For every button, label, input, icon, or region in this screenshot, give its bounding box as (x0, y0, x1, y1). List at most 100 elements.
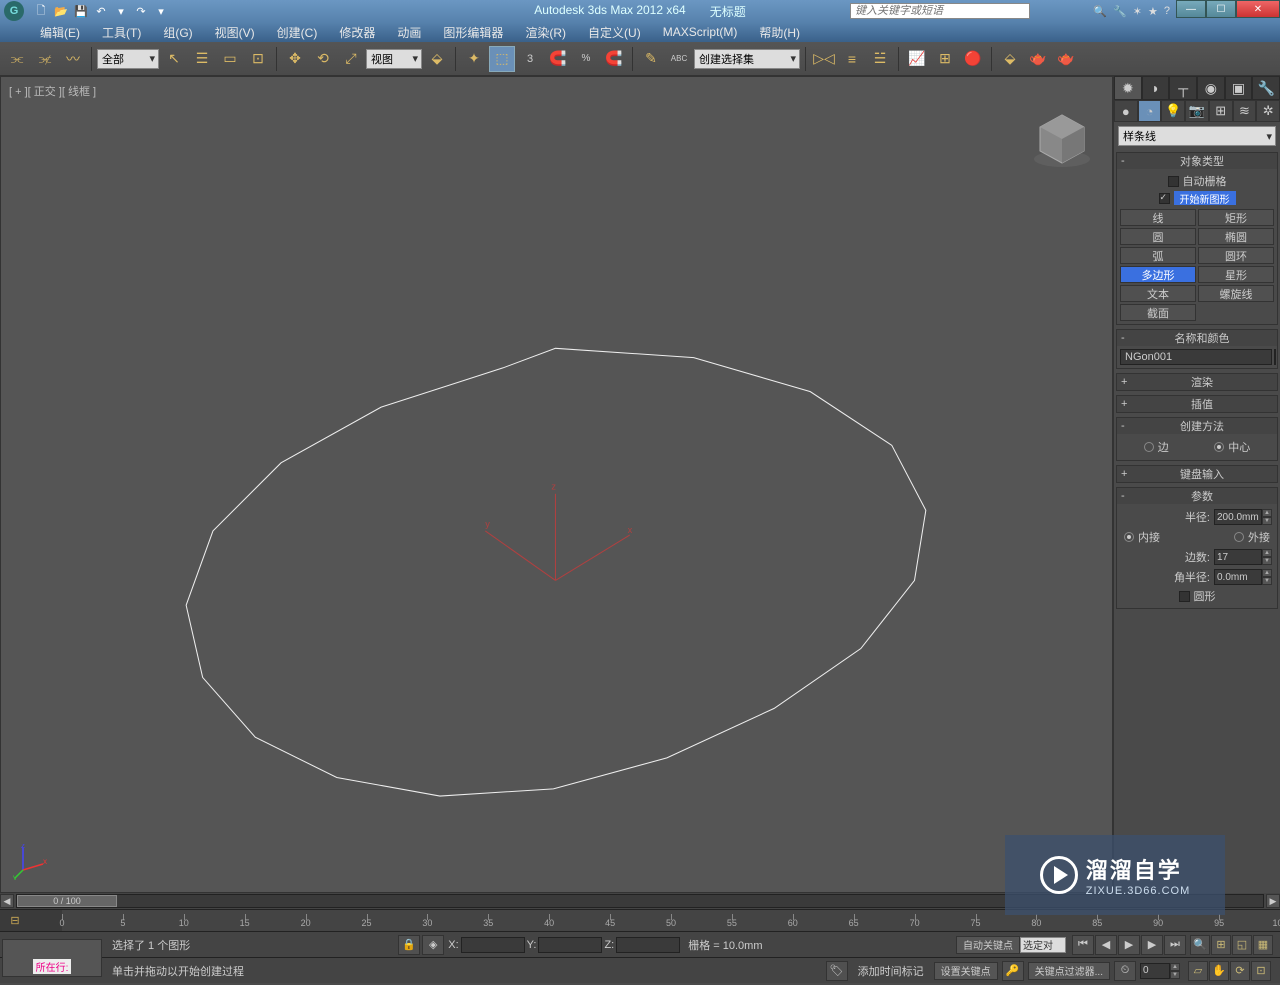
isolate-icon[interactable]: ◈ (422, 935, 444, 955)
spinner-snap-icon[interactable]: 🧲 (601, 46, 627, 72)
scale-icon[interactable]: ⤢ (338, 46, 364, 72)
tab-display[interactable]: ▣ (1225, 76, 1253, 100)
app-icon[interactable]: G (4, 1, 24, 21)
menu-grapheditors[interactable]: 图形编辑器 (433, 22, 513, 43)
rollout-head-keyboard-entry[interactable]: +键盘输入 (1117, 466, 1277, 482)
zoom-extents-all-icon[interactable]: ▦ (1253, 935, 1273, 955)
shape-donut-button[interactable]: 圆环 (1198, 247, 1274, 264)
save-icon[interactable]: 💾 (72, 3, 90, 19)
select-window-icon[interactable]: ⊡ (245, 46, 271, 72)
time-scroll-left[interactable]: ◀ (0, 894, 14, 908)
key-mode-icon[interactable]: 🔑 (1002, 961, 1024, 981)
prev-frame-icon[interactable]: ◀ (1095, 935, 1117, 955)
layers-icon[interactable]: ☱ (867, 46, 893, 72)
menu-create[interactable]: 创建(C) (267, 22, 328, 43)
menu-modifiers[interactable]: 修改器 (329, 22, 385, 43)
shape-star-button[interactable]: 星形 (1198, 266, 1274, 283)
select-name-icon[interactable]: ☰ (189, 46, 215, 72)
max-toggle-icon[interactable]: ⊡ (1251, 961, 1271, 981)
rotate-icon[interactable]: ⟲ (310, 46, 336, 72)
tab-modify[interactable]: ◗ (1142, 76, 1170, 100)
new-icon[interactable]: 🗋 (32, 3, 50, 19)
time-config-icon[interactable]: ⏲ (1114, 961, 1136, 981)
key-filters-dropdown-sel[interactable] (1020, 937, 1066, 953)
rollout-head-parameters[interactable]: -参数 (1117, 488, 1277, 504)
manipulate-icon[interactable]: ✦ (461, 46, 487, 72)
zoom-extents-icon[interactable]: ◱ (1232, 935, 1252, 955)
fov-icon[interactable]: ▱ (1188, 961, 1208, 981)
cat-helpers-icon[interactable]: ⊞ (1209, 100, 1233, 122)
shape-rectangle-button[interactable]: 矩形 (1198, 209, 1274, 226)
pan-icon[interactable]: ✋ (1209, 961, 1229, 981)
rollout-head-interpolation[interactable]: +插值 (1117, 396, 1277, 412)
maximize-button[interactable]: ☐ (1206, 0, 1236, 18)
corner-radius-spinner[interactable]: ▲▼ (1214, 569, 1272, 585)
key-icon[interactable]: 🔧 (1113, 5, 1127, 18)
shape-type-dropdown[interactable]: 样条线 (1118, 126, 1276, 146)
redo-drop-icon[interactable]: ▾ (152, 3, 170, 19)
render-frame-icon[interactable]: 🫖 (1025, 46, 1051, 72)
tab-create[interactable]: ✹ (1114, 76, 1142, 100)
setkey-button[interactable]: 设置关键点 (934, 962, 998, 980)
orbit-icon[interactable]: ⟳ (1230, 961, 1250, 981)
sides-spinner[interactable]: ▲▼ (1214, 549, 1272, 565)
object-color-swatch[interactable] (1274, 349, 1276, 365)
shape-arc-button[interactable]: 弧 (1120, 247, 1196, 264)
shape-circle-button[interactable]: 圆 (1120, 228, 1196, 245)
cat-geometry-icon[interactable]: ● (1114, 100, 1138, 122)
named-sel-abc-icon[interactable]: ABC (666, 46, 692, 72)
angle-snap-icon[interactable]: 3 (517, 46, 543, 72)
ref-coord-dropdown[interactable]: 视图 (366, 49, 422, 69)
pivot-icon[interactable]: ⬙ (424, 46, 450, 72)
selection-filter-dropdown[interactable]: 全部 (97, 49, 159, 69)
snap-a-icon[interactable]: 🧲 (545, 46, 571, 72)
menu-group[interactable]: 组(G) (153, 22, 202, 43)
menu-customize[interactable]: 自定义(U) (578, 22, 651, 43)
next-frame-icon[interactable]: ▶ (1141, 935, 1163, 955)
viewport[interactable]: [ + ][ 正交 ][ 线框 ] z x y z x y (0, 76, 1113, 893)
exchange-icon[interactable]: ✶ (1133, 5, 1142, 18)
snap-toggle-icon[interactable]: ⬚ (489, 46, 515, 72)
cat-cameras-icon[interactable]: 📷 (1185, 100, 1209, 122)
tab-hierarchy[interactable]: ┬ (1169, 76, 1197, 100)
coord-x-input[interactable] (461, 937, 525, 953)
zoom-all-icon[interactable]: ⊞ (1211, 935, 1231, 955)
current-frame-spinner[interactable]: ▲▼ (1140, 963, 1180, 979)
named-selection-dropdown[interactable]: 创建选择集 (694, 49, 800, 69)
rollout-head-name-color[interactable]: -名称和颜色 (1117, 330, 1277, 346)
redo-icon[interactable]: ↷ (132, 3, 150, 19)
cat-spacewarps-icon[interactable]: ≋ (1233, 100, 1257, 122)
time-tag-icon[interactable]: 🏷 (826, 961, 848, 981)
startnew-checkbox[interactable] (1159, 193, 1170, 204)
trackbar-toggle-icon[interactable]: ⊟ (10, 914, 19, 927)
shape-line-button[interactable]: 线 (1120, 209, 1196, 226)
shape-text-button[interactable]: 文本 (1120, 285, 1196, 302)
time-slider-thumb[interactable]: 0 / 100 (17, 895, 117, 907)
named-sel-edit-icon[interactable]: ✎ (638, 46, 664, 72)
coord-z-input[interactable] (616, 937, 680, 953)
inscribed-radio[interactable] (1124, 532, 1134, 542)
shape-ngon-button[interactable]: 多边形 (1120, 266, 1196, 283)
add-time-tag[interactable]: 添加时间标记 (852, 963, 930, 979)
autokey-button[interactable]: 自动关键点 (956, 936, 1020, 954)
binoculars-icon[interactable]: 🔍 (1093, 5, 1107, 18)
menu-animation[interactable]: 动画 (387, 22, 431, 43)
rollout-head-creation-method[interactable]: -创建方法 (1117, 418, 1277, 434)
menu-tools[interactable]: 工具(T) (92, 22, 151, 43)
coord-y-input[interactable] (538, 937, 602, 953)
autogrid-checkbox[interactable] (1168, 176, 1179, 187)
close-button[interactable]: ✕ (1236, 0, 1280, 18)
render-setup-icon[interactable]: ⬙ (997, 46, 1023, 72)
goto-end-icon[interactable]: ⏭ (1164, 935, 1186, 955)
percent-snap-icon[interactable]: % (573, 46, 599, 72)
time-scroll-right[interactable]: ▶ (1266, 894, 1280, 908)
center-radio[interactable] (1214, 442, 1224, 452)
align-icon[interactable]: ≡ (839, 46, 865, 72)
start-new-shape-button[interactable]: 开始新图形 (1174, 191, 1236, 205)
open-icon[interactable]: 📂 (52, 3, 70, 19)
circumscribed-radio[interactable] (1234, 532, 1244, 542)
curve-editor-icon[interactable]: 📈 (904, 46, 930, 72)
tab-utilities[interactable]: 🔧 (1252, 76, 1280, 100)
viewcube[interactable] (1030, 107, 1094, 171)
undo-drop-icon[interactable]: ▾ (112, 3, 130, 19)
